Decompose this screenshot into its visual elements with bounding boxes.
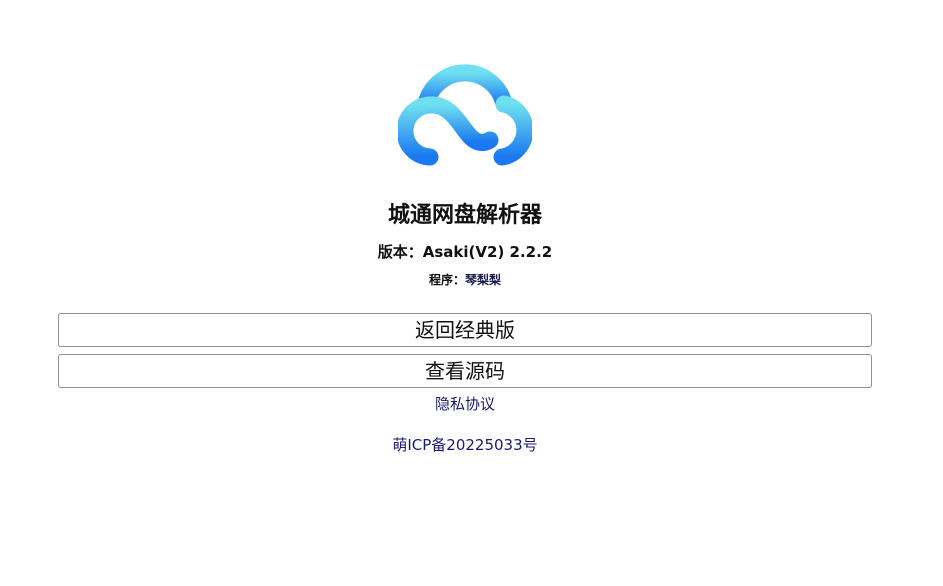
privacy-policy-link[interactable]: 隐私协议 bbox=[0, 393, 930, 415]
cloud-logo-icon bbox=[398, 64, 532, 166]
page: 城通网盘解析器 版本：Asaki(V2) 2.2.2 程序：琴梨梨 返回经典版 … bbox=[0, 0, 943, 586]
view-source-button[interactable]: 查看源码 bbox=[58, 354, 872, 388]
version-value: Asaki(V2) 2.2.2 bbox=[422, 243, 553, 261]
author-name: 琴梨梨 bbox=[465, 273, 502, 287]
author-label: 程序： bbox=[428, 273, 465, 287]
page-title: 城通网盘解析器 bbox=[387, 203, 542, 228]
version-label: 版本： bbox=[377, 243, 423, 261]
icp-registration-link[interactable]: 萌ICP备20225033号 bbox=[0, 434, 930, 456]
version-info: 版本：Asaki(V2) 2.2.2 bbox=[0, 240, 930, 264]
return-classic-button[interactable]: 返回经典版 bbox=[58, 313, 872, 347]
author-info: 程序：琴梨梨 bbox=[0, 270, 930, 290]
